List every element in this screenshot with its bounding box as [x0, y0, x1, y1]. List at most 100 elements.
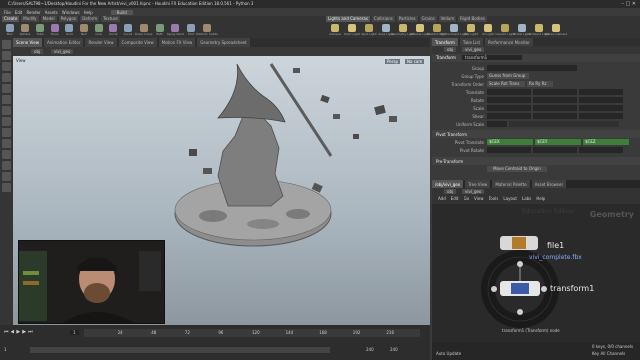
tab-animation-editor[interactable]: Animation Editor — [43, 38, 84, 47]
shelf-tab[interactable]: Modify — [21, 16, 39, 22]
shear-y[interactable] — [533, 113, 577, 119]
tab-tree-view[interactable]: Tree View — [465, 180, 491, 188]
tab-composite-view[interactable]: Composite View — [118, 38, 157, 47]
pivot-rotate-z[interactable] — [579, 147, 623, 153]
shelf-tool[interactable]: Torus — [50, 24, 60, 36]
pivot-translate-z[interactable]: $CEZ — [583, 139, 629, 145]
network-path-obj[interactable]: obj — [444, 189, 457, 194]
shelf-tab[interactable]: Model — [40, 16, 57, 22]
shelf-tool[interactable]: Spot Light — [361, 24, 377, 36]
shelf-tool[interactable]: Draw Curve — [135, 24, 153, 36]
shelf-tool[interactable]: Environment Light — [440, 24, 468, 36]
shelf-tool[interactable]: Path — [155, 24, 165, 36]
scale-z[interactable] — [579, 105, 623, 111]
menu-edit[interactable]: Edit — [15, 10, 23, 15]
shelf-tool[interactable]: Sky Light — [464, 24, 478, 36]
snap-tool-icon[interactable] — [2, 117, 11, 126]
shelf-tool[interactable]: Caustic Light — [495, 24, 515, 36]
menu-render[interactable]: Render — [26, 10, 40, 15]
shelf-tab[interactable]: Rigid Bodies — [458, 16, 487, 22]
jump-end-icon[interactable]: ⏭ — [28, 329, 33, 337]
window-controls[interactable]: – □ ✕ — [621, 1, 636, 7]
range-end[interactable]: 240 — [366, 347, 374, 352]
tab-take-list[interactable]: Take List — [459, 38, 484, 46]
current-frame-field[interactable]: 1 — [70, 330, 79, 335]
shelf-tool[interactable]: Volume Light — [410, 24, 430, 36]
translate-y[interactable] — [533, 89, 577, 95]
shelf-tab[interactable]: Polygon — [58, 16, 79, 22]
shelf-tab[interactable]: Collisions — [371, 16, 395, 22]
shelf-tool[interactable]: Platonic Solids — [196, 24, 218, 36]
shelf-tab[interactable]: Particles — [396, 16, 418, 22]
shelf-tab[interactable]: Deform — [80, 16, 100, 22]
shelf-tool[interactable]: Grid — [65, 24, 75, 36]
uniform-scale-field[interactable] — [487, 121, 507, 127]
prims-select-icon[interactable] — [2, 150, 11, 159]
jump-start-icon[interactable]: ⏮ — [4, 329, 9, 337]
transform-order-select[interactable]: Scale Rot Trans — [487, 81, 525, 87]
auto-update-menu[interactable]: Auto Update — [436, 351, 461, 356]
shear-x[interactable] — [487, 113, 531, 119]
shelf-tool[interactable]: Font — [186, 24, 196, 36]
range-bar[interactable] — [30, 347, 330, 353]
net-menu-view[interactable]: View — [474, 196, 484, 204]
tab-performance-monitor[interactable]: Performance Monitor — [485, 38, 533, 46]
range-start[interactable]: 1 — [4, 347, 7, 352]
menu-assets[interactable]: Assets — [45, 10, 58, 15]
scale-tool-icon[interactable] — [2, 73, 11, 82]
pivot-rotate-y[interactable] — [533, 147, 577, 153]
tab-asset-browser[interactable]: Asset Browser — [531, 180, 567, 188]
key-all-button[interactable]: Key All Channels — [592, 351, 625, 356]
move-centroid-button[interactable]: Move Centroid to Origin — [487, 166, 547, 172]
edges-select-icon[interactable] — [2, 139, 11, 148]
pivot-translate-y[interactable]: $CEY — [535, 139, 581, 145]
step-forward-icon[interactable]: ▶ — [22, 329, 26, 337]
shelf-tool[interactable]: Geometry Light — [391, 24, 415, 36]
shelf-tool[interactable]: Null — [79, 24, 89, 36]
pivot-translate-x[interactable]: $CEX — [487, 139, 533, 145]
shelf-tool[interactable]: GI Light — [482, 24, 494, 36]
tab-geometry-spreadsheet[interactable]: Geometry Spreadsheet — [197, 38, 250, 47]
shading-icon[interactable] — [2, 183, 11, 192]
shelf-tool[interactable]: Portal Light — [513, 24, 531, 36]
shelf-tool[interactable]: Area Light — [378, 24, 394, 36]
move-tool-icon[interactable] — [2, 51, 11, 60]
rotate-tool-icon[interactable] — [2, 62, 11, 71]
shelf-tool[interactable]: Ambient Light — [528, 24, 550, 36]
path-vivi-geo[interactable]: vivi_geo — [51, 49, 74, 54]
section-pre-transform[interactable]: Pre-Transform — [432, 157, 640, 165]
shelf-tool[interactable]: Sphere — [20, 24, 30, 36]
scale-x[interactable] — [487, 105, 531, 111]
translate-x[interactable] — [487, 89, 531, 95]
translate-z[interactable] — [579, 89, 623, 95]
group-type-select[interactable]: Guess from Group — [487, 73, 529, 79]
section-pivot-transform[interactable]: Pivot Transform — [432, 130, 640, 138]
shelf-tab[interactable]: Texture — [101, 16, 120, 22]
net-menu-layout[interactable]: Layout — [503, 196, 517, 204]
net-menu-tools[interactable]: Tools — [489, 196, 499, 204]
net-menu-go[interactable]: Go — [464, 196, 470, 204]
node-name-field[interactable]: transform1 — [462, 55, 522, 60]
path-obj[interactable]: obj — [31, 49, 44, 54]
step-back-icon[interactable]: ◀ — [11, 329, 15, 337]
rotate-x[interactable] — [487, 97, 531, 103]
shelf-tool[interactable]: Line — [94, 24, 104, 36]
shear-z[interactable] — [579, 113, 623, 119]
pivot-rotate-x[interactable] — [487, 147, 531, 153]
tab-scene-view[interactable]: Scene View — [13, 38, 42, 47]
tab-transform[interactable]: Transform — [432, 38, 458, 46]
points-select-icon[interactable] — [2, 128, 11, 137]
visibility-icon[interactable] — [2, 161, 11, 170]
menu-help[interactable]: Help — [84, 10, 93, 15]
handle-tool-icon[interactable] — [2, 84, 11, 93]
view-tool-icon[interactable] — [2, 106, 11, 115]
tab-motion-fx-view[interactable]: Motion FX View — [158, 38, 196, 47]
shelf-tool[interactable]: Curve — [123, 24, 133, 36]
uniform-scale-slider[interactable] — [509, 121, 619, 127]
shelf-tool[interactable]: Tube — [35, 24, 45, 36]
scale-y[interactable] — [533, 105, 577, 111]
tab-material-palette[interactable]: Material Palette — [492, 180, 530, 188]
menu-file[interactable]: File — [4, 10, 11, 15]
menu-windows[interactable]: Windows — [62, 10, 80, 15]
shelf-tool[interactable]: Box — [5, 24, 15, 36]
